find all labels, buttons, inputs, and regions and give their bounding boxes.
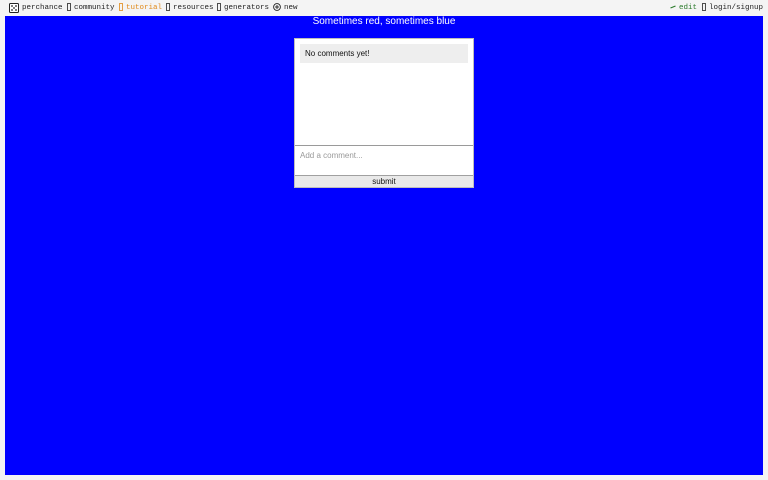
nav-login-label: login/signup bbox=[709, 4, 764, 12]
nav-brand-label: perchance bbox=[22, 4, 63, 12]
nav-community[interactable]: community bbox=[67, 3, 115, 14]
nav-community-label: community bbox=[74, 4, 115, 12]
nav-resources-label: resources bbox=[173, 4, 214, 12]
comment-input[interactable] bbox=[295, 145, 473, 175]
user-icon bbox=[702, 3, 706, 16]
nav-login[interactable]: login/signup bbox=[702, 3, 763, 14]
submit-button[interactable]: submit bbox=[295, 175, 473, 187]
top-nav-bar: perchance community tutorial resources g… bbox=[0, 0, 768, 16]
nav-tutorial[interactable]: tutorial bbox=[119, 3, 162, 14]
community-icon bbox=[67, 3, 71, 16]
page-title: Sometimes red, sometimes blue bbox=[312, 16, 456, 27]
plus-circle-icon bbox=[273, 3, 281, 16]
generators-icon bbox=[217, 3, 221, 16]
comment-list[interactable]: No comments yet! bbox=[295, 39, 473, 145]
nav-resources[interactable]: resources bbox=[166, 3, 214, 14]
nav-edit-label: edit bbox=[679, 4, 698, 12]
resources-icon bbox=[166, 3, 170, 16]
pencil-icon bbox=[670, 3, 676, 16]
nav-generators[interactable]: generators bbox=[217, 3, 269, 14]
generator-output-panel: Sometimes red, sometimes blue No comment… bbox=[5, 16, 763, 475]
nav-tutorial-label: tutorial bbox=[126, 4, 163, 12]
tutorial-icon bbox=[119, 3, 123, 16]
nav-new[interactable]: new bbox=[273, 3, 298, 14]
nav-brand[interactable]: perchance bbox=[9, 3, 63, 14]
comments-widget: No comments yet! submit bbox=[294, 38, 474, 188]
nav-new-label: new bbox=[284, 4, 298, 12]
no-comments-message: No comments yet! bbox=[300, 44, 468, 63]
nav-edit[interactable]: edit bbox=[670, 3, 697, 14]
nav-generators-label: generators bbox=[224, 4, 270, 12]
